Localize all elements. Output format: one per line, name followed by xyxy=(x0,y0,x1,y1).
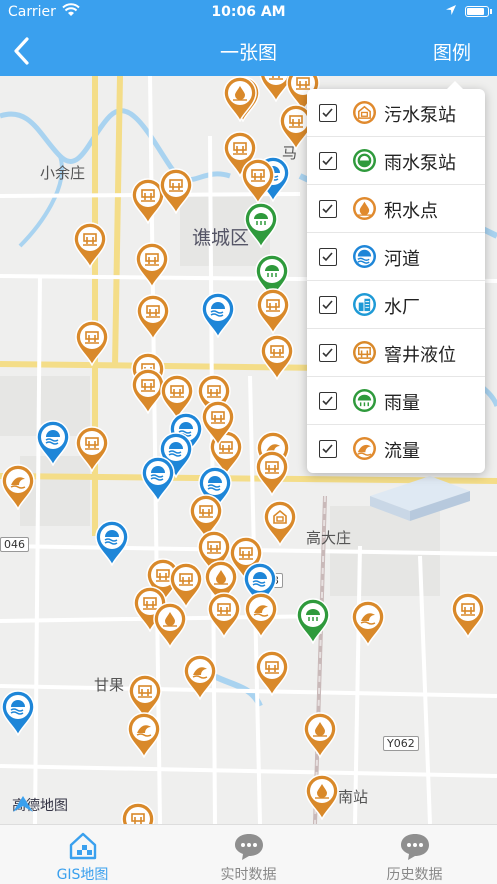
map-marker-river-icon[interactable] xyxy=(94,520,130,566)
legend-button[interactable]: 图例 xyxy=(433,38,471,65)
map-marker-manhole-level-icon[interactable] xyxy=(134,242,170,288)
map-marker-sewage-pump-icon[interactable] xyxy=(262,500,298,546)
map-marker-rainfall-icon[interactable] xyxy=(243,202,279,248)
legend-item[interactable]: 雨量 xyxy=(307,377,485,425)
tab-bar: GIS地图 实时数据 历史数据 xyxy=(0,824,497,884)
map-marker-manhole-level-icon[interactable] xyxy=(259,334,295,380)
legend-checkbox[interactable] xyxy=(319,200,337,218)
map-marker-flow-icon[interactable] xyxy=(0,464,36,510)
map-label: 小余庄 xyxy=(40,164,86,182)
map-marker-manhole-level-icon[interactable] xyxy=(74,320,110,366)
manhole-level-icon xyxy=(353,341,376,364)
status-bar: Carrier 10:06 AM xyxy=(0,0,497,26)
legend-checkbox[interactable] xyxy=(319,344,337,362)
road-badge: 046 xyxy=(0,537,29,552)
status-time: 10:06 AM xyxy=(211,4,286,20)
legend-checkbox[interactable] xyxy=(319,296,337,314)
tab-label: 历史数据 xyxy=(386,867,443,883)
tab-label: 实时数据 xyxy=(220,867,277,883)
map-marker-river-icon[interactable] xyxy=(35,420,71,466)
map-marker-manhole-level-icon[interactable] xyxy=(255,288,291,334)
sewage-pump-icon xyxy=(353,101,376,124)
rainfall-icon xyxy=(353,389,376,412)
legend-item[interactable]: 河道 xyxy=(307,233,485,281)
tab-gis-map[interactable]: GIS地图 xyxy=(0,825,165,884)
map-label-station: 南站 xyxy=(338,788,369,806)
legend-item[interactable]: 污水泵站 xyxy=(307,89,485,137)
map-marker-manhole-level-icon[interactable] xyxy=(120,802,156,824)
legend-checkbox[interactable] xyxy=(319,440,337,458)
map-marker-river-icon[interactable] xyxy=(200,292,236,338)
road-badge: Y062 xyxy=(383,736,419,751)
map-label: 甘果 xyxy=(94,676,125,694)
legend-item-label: 流量 xyxy=(384,441,420,462)
legend-item[interactable]: 积水点 xyxy=(307,185,485,233)
chat-bubble-icon xyxy=(401,834,429,860)
map-marker-waterlogging-icon[interactable] xyxy=(152,602,188,648)
river-icon xyxy=(353,245,376,268)
tab-label: GIS地图 xyxy=(56,867,109,883)
location-arrow-icon xyxy=(446,5,456,15)
tab-realtime-data[interactable]: 实时数据 xyxy=(166,825,331,884)
battery-icon xyxy=(465,6,492,17)
map-marker-flow-icon[interactable] xyxy=(243,592,279,638)
map-marker-manhole-level-icon[interactable] xyxy=(206,592,242,638)
map-label-district: 谯城区 xyxy=(192,227,250,249)
rain-pump-icon xyxy=(353,149,376,172)
tab-history-data[interactable]: 历史数据 xyxy=(332,825,497,884)
map-marker-manhole-level-icon[interactable] xyxy=(200,400,236,446)
map-marker-manhole-level-icon[interactable] xyxy=(240,158,276,204)
legend-checkbox[interactable] xyxy=(319,152,337,170)
map-marker-manhole-level-icon[interactable] xyxy=(450,592,486,638)
water-plant-icon xyxy=(353,293,376,316)
map-marker-flow-icon[interactable] xyxy=(350,600,386,646)
map-marker-manhole-level-icon[interactable] xyxy=(254,450,290,496)
chat-bubble-icon xyxy=(235,834,263,860)
map-marker-rainfall-icon[interactable] xyxy=(295,598,331,644)
legend-checkbox[interactable] xyxy=(319,392,337,410)
map-marker-flow-icon[interactable] xyxy=(126,712,162,758)
legend-item[interactable]: 雨水泵站 xyxy=(307,137,485,185)
map-attribution: 高德地图 xyxy=(12,795,68,815)
map-marker-waterlogging-icon[interactable] xyxy=(302,712,338,758)
map-marker-manhole-level-icon[interactable] xyxy=(135,294,171,340)
map-label: 高大庄 xyxy=(306,529,352,547)
legend-item-label: 窨井液位 xyxy=(384,345,456,366)
legend-panel: 污水泵站雨水泵站积水点河道水厂窨井液位雨量流量 xyxy=(307,81,485,473)
legend-item[interactable]: 水厂 xyxy=(307,281,485,329)
legend-item-label: 雨水泵站 xyxy=(384,153,456,174)
map-marker-waterlogging-icon[interactable] xyxy=(304,774,340,820)
legend-checkbox[interactable] xyxy=(319,248,337,266)
waterlogging-icon xyxy=(353,197,376,220)
legend-item-label: 积水点 xyxy=(384,201,438,222)
nav-bar: 一张图 图例 xyxy=(0,26,497,76)
legend-item-label: 雨量 xyxy=(384,393,420,414)
flow-icon xyxy=(353,437,376,460)
legend-item[interactable]: 流量 xyxy=(307,425,485,473)
legend-item-label: 污水泵站 xyxy=(384,105,456,126)
map-marker-manhole-level-icon[interactable] xyxy=(254,650,290,696)
legend-item[interactable]: 窨井液位 xyxy=(307,329,485,377)
map-marker-manhole-level-icon[interactable] xyxy=(74,426,110,472)
map-marker-flow-icon[interactable] xyxy=(182,654,218,700)
map-marker-manhole-level-icon[interactable] xyxy=(72,222,108,268)
page-title: 一张图 xyxy=(219,42,277,64)
legend-checkbox[interactable] xyxy=(319,104,337,122)
map-marker-river-icon[interactable] xyxy=(0,690,36,736)
map-marker-manhole-level-icon[interactable] xyxy=(158,168,194,214)
legend-item-label: 水厂 xyxy=(384,297,420,318)
map-marker-river-icon[interactable] xyxy=(140,456,176,502)
map-marker-waterlogging-icon[interactable] xyxy=(222,76,258,122)
amap-logo-icon xyxy=(13,796,33,812)
map-home-icon xyxy=(69,832,97,860)
legend-item-label: 河道 xyxy=(384,249,420,270)
